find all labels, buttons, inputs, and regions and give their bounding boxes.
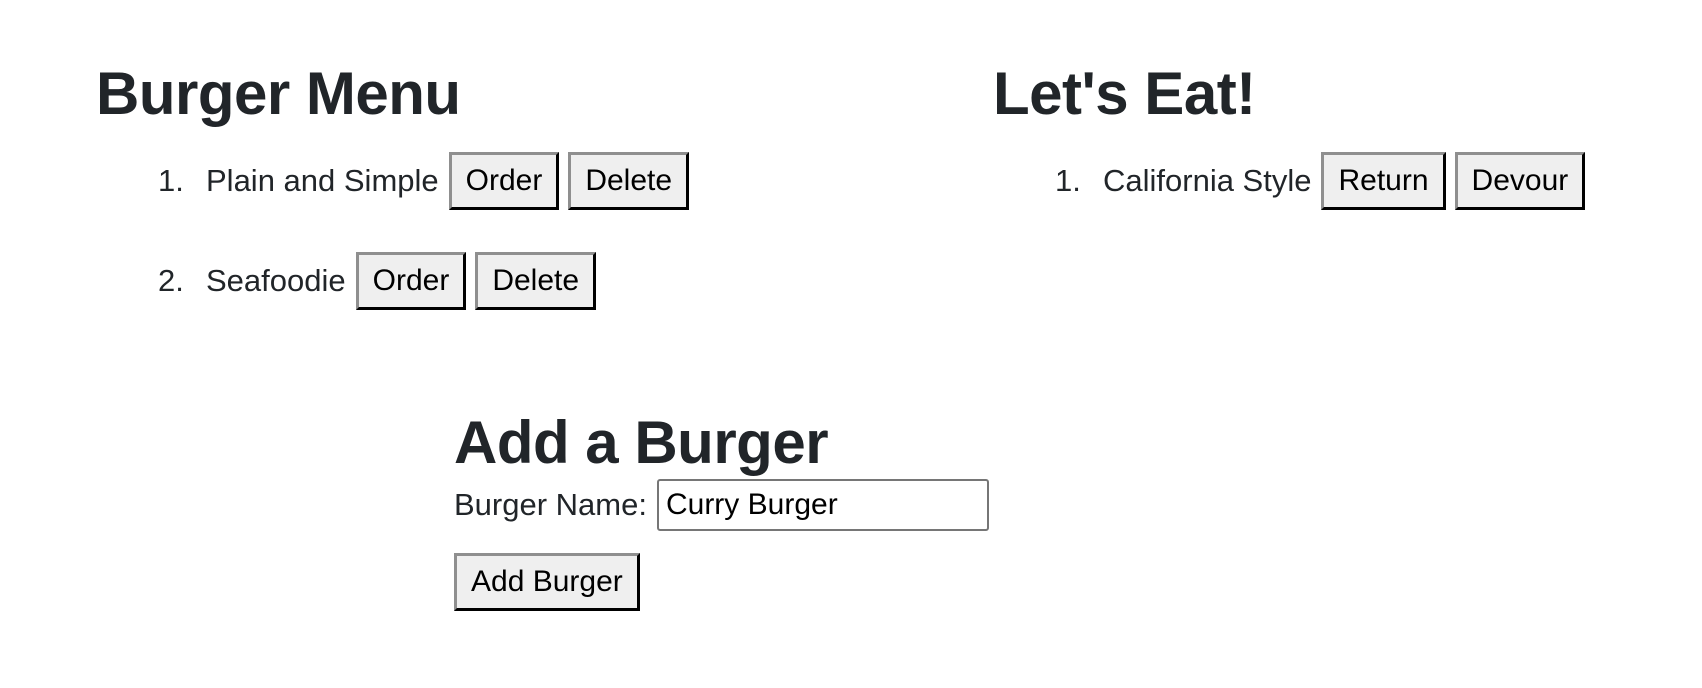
burger-menu-list: Plain and Simple Order Delete Seafoodie …	[96, 152, 896, 310]
submit-row: Add Burger	[454, 553, 1154, 611]
burger-name: Plain and Simple	[206, 163, 439, 198]
add-burger-section: Add a Burger Burger Name: Add Burger	[454, 413, 1154, 611]
burger-menu-title: Burger Menu	[96, 60, 461, 127]
burger-name: California Style	[1103, 163, 1312, 198]
order-button[interactable]: Order	[355, 252, 467, 310]
burger-name-input[interactable]	[656, 479, 989, 531]
burger-name-row: Burger Name:	[454, 479, 1154, 531]
list-item: California Style Return Devour	[1055, 152, 1693, 210]
lets-eat-section: Let's Eat! California Style Return Devou…	[993, 64, 1693, 252]
add-burger-button[interactable]: Add Burger	[454, 553, 640, 611]
add-burger-title: Add a Burger	[454, 409, 829, 476]
devour-button[interactable]: Devour	[1454, 152, 1586, 210]
list-item: Seafoodie Order Delete	[158, 252, 896, 310]
lets-eat-list: California Style Return Devour	[993, 152, 1693, 210]
delete-button[interactable]: Delete	[568, 152, 690, 210]
burger-name-label: Burger Name:	[454, 487, 647, 522]
return-button[interactable]: Return	[1321, 152, 1446, 210]
list-item: Plain and Simple Order Delete	[158, 152, 896, 210]
burger-name: Seafoodie	[206, 263, 346, 298]
delete-button[interactable]: Delete	[475, 252, 597, 310]
order-button[interactable]: Order	[448, 152, 560, 210]
page: Burger Menu Plain and Simple Order Delet…	[0, 0, 1702, 688]
burger-menu-section: Burger Menu Plain and Simple Order Delet…	[96, 64, 896, 352]
lets-eat-title: Let's Eat!	[993, 60, 1256, 127]
